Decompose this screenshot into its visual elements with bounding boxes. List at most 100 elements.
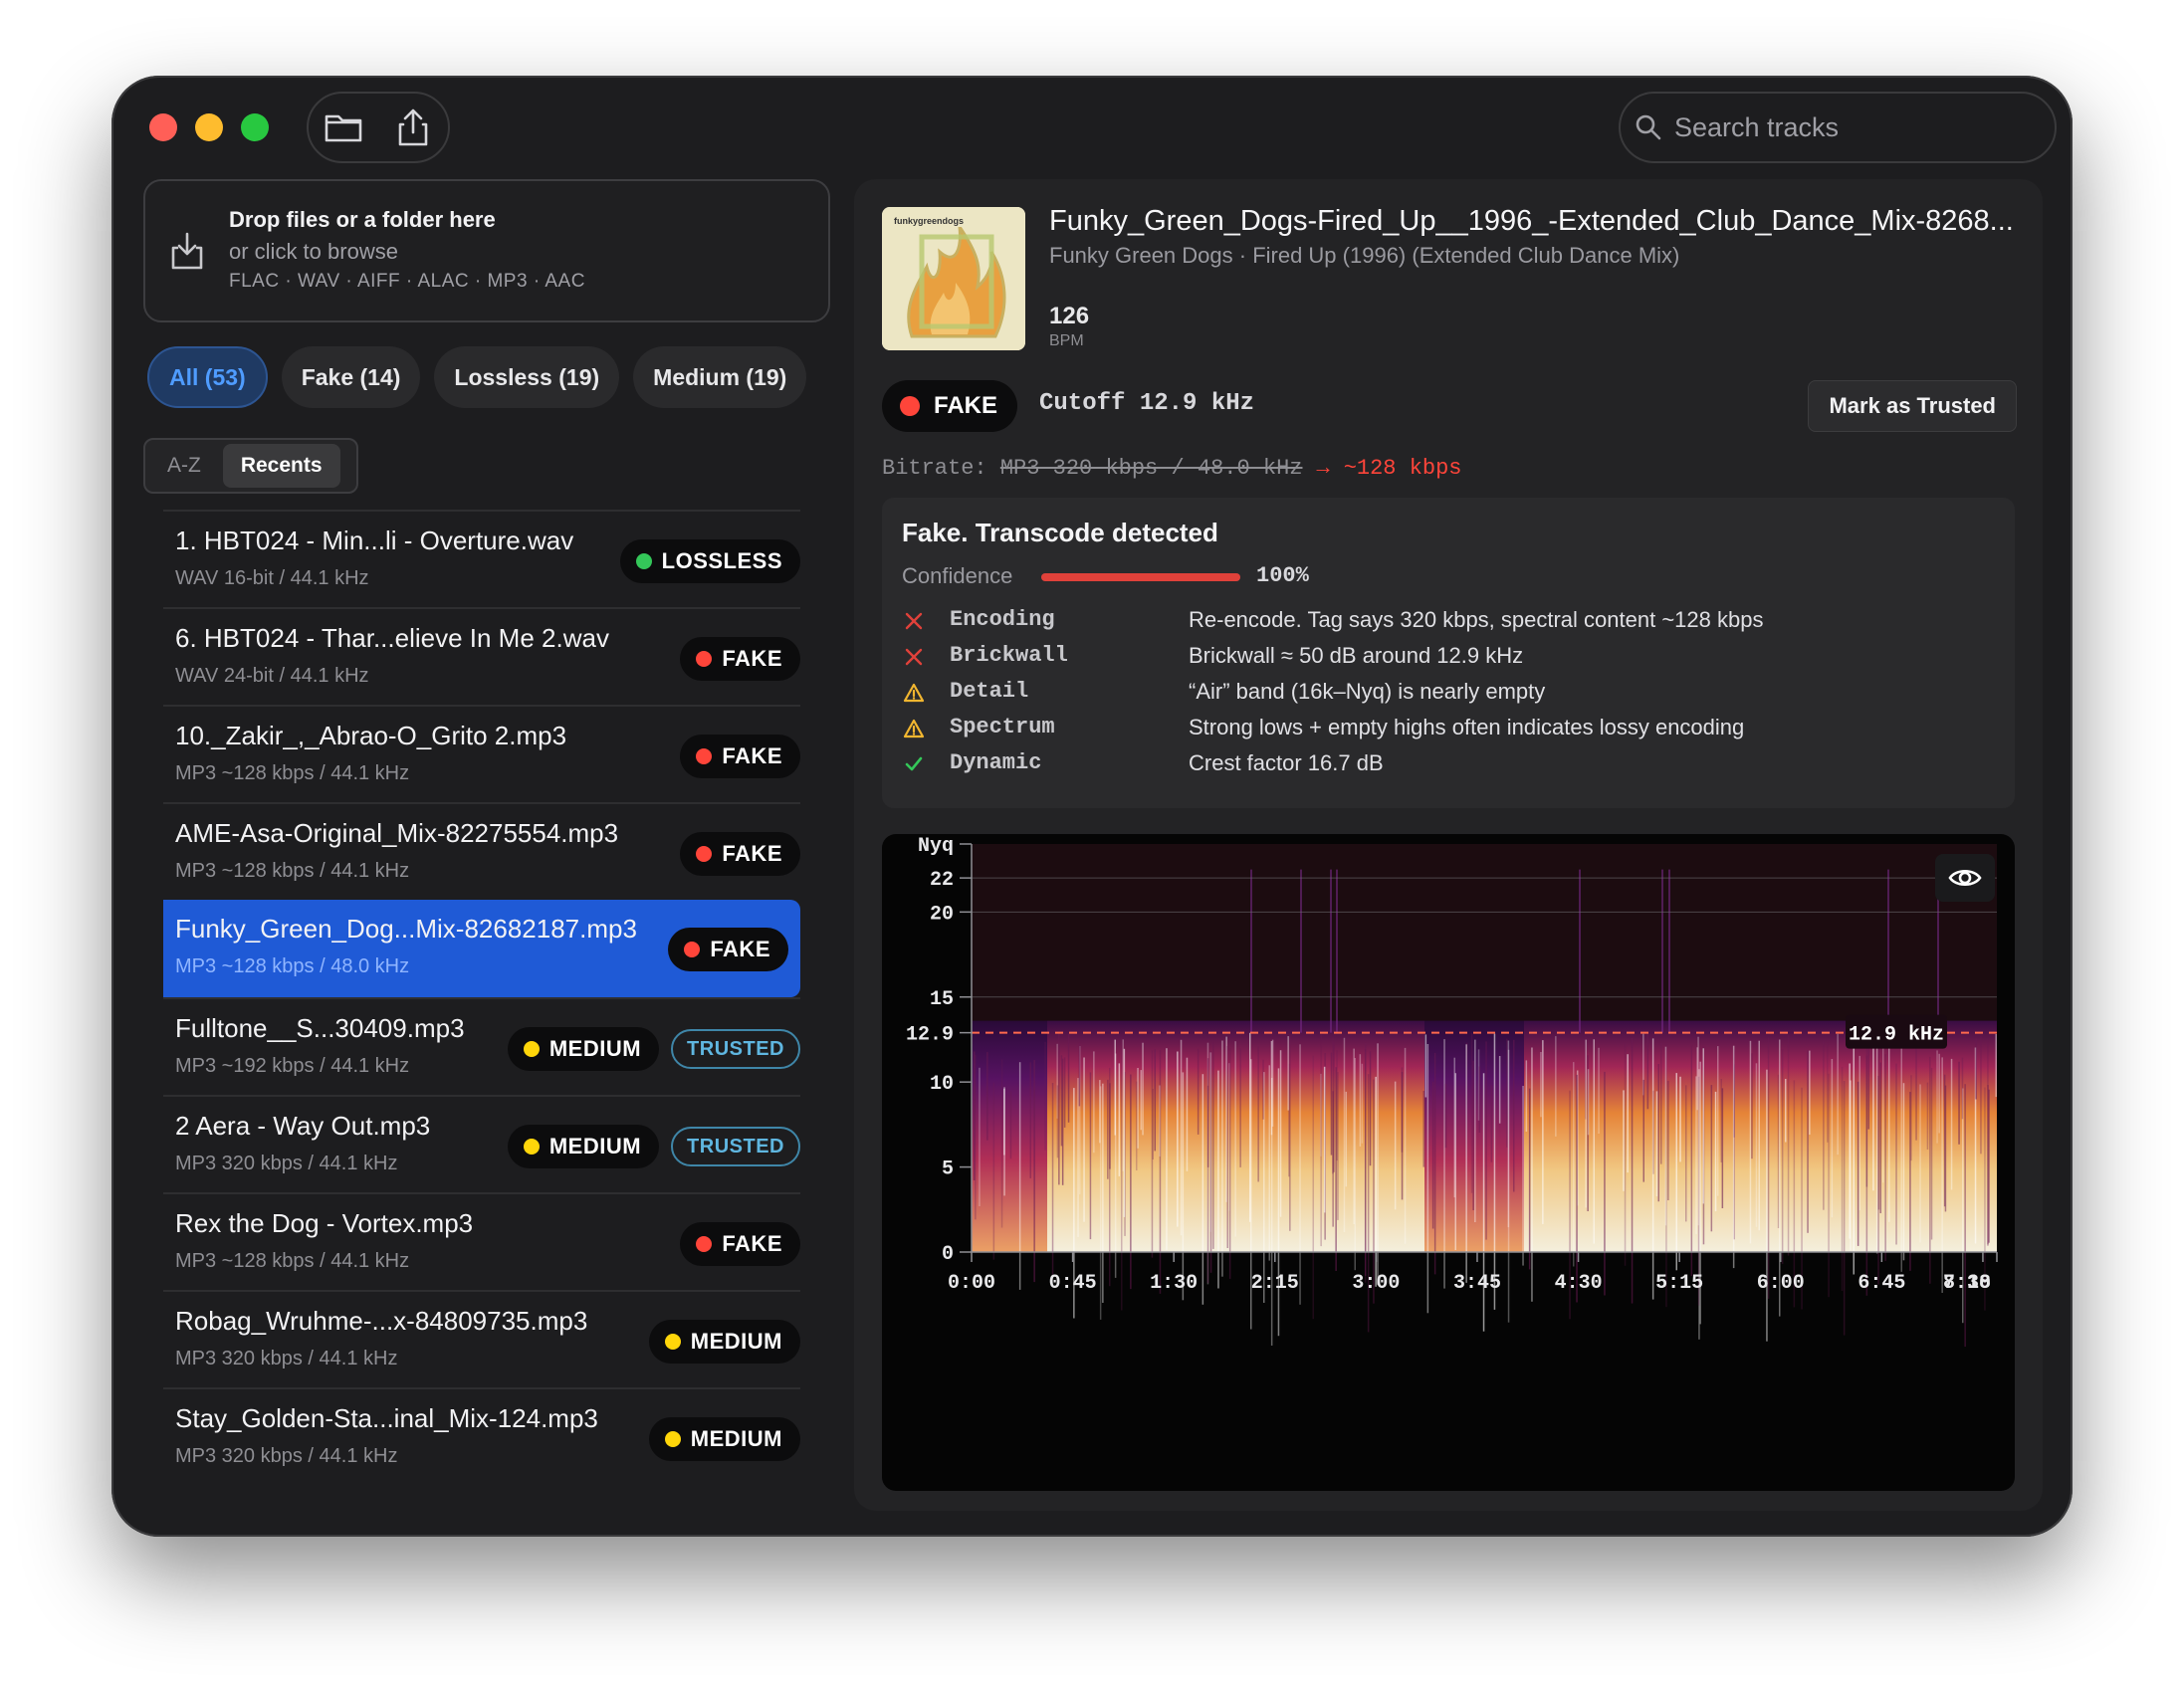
spectrogram-texture <box>1964 1084 1966 1348</box>
track-name: Stay_Golden-Sta...inal_Mix-124.mp3 <box>175 1403 598 1433</box>
spectrogram-texture <box>1831 1059 1834 1218</box>
spectrogram-texture <box>1697 1036 1699 1226</box>
quality-dot <box>696 846 713 862</box>
spectrogram-spike <box>1300 869 1302 1033</box>
track-format: WAV 16-bit / 44.1 kHz <box>175 567 369 589</box>
spectrogram-texture <box>1180 1039 1183 1236</box>
track-format: MP3 ~128 kbps / 44.1 kHz <box>175 762 410 784</box>
fail-x-icon <box>905 648 923 666</box>
open-folder-button[interactable] <box>320 104 367 151</box>
spectrogram-texture <box>1077 1078 1079 1237</box>
filter-lossless[interactable]: Lossless (19) <box>434 346 620 408</box>
spectrogram-texture <box>1401 1072 1404 1200</box>
spectrogram-texture <box>1938 1053 1940 1134</box>
search-input[interactable] <box>1672 110 2035 144</box>
spectrogram-texture <box>1717 1046 1719 1196</box>
track-row[interactable]: Funky_Green_Dog...Mix-82682187.mp3 MP3 ~1… <box>163 900 800 997</box>
spectrogram-texture <box>992 1082 995 1260</box>
sort-recents[interactable]: Recents <box>222 444 340 488</box>
spectrogram-texture <box>1858 1055 1860 1211</box>
spectrogram-texture <box>1102 1083 1104 1303</box>
track-row[interactable]: 1. HBT024 - Min...li - Overture.wav WAV 1… <box>163 510 800 607</box>
confidence-bar <box>1041 573 1240 581</box>
spectrogram-texture <box>1624 1043 1627 1266</box>
track-format: MP3 320 kbps / 44.1 kHz <box>175 1445 398 1467</box>
spectrogram-texture <box>1289 1036 1291 1231</box>
spectrogram-texture <box>1299 1044 1301 1305</box>
track-format: MP3 ~128 kbps / 44.1 kHz <box>175 1250 410 1272</box>
arrow-icon: → <box>1316 456 1330 481</box>
verdict-badge: FAKE <box>882 380 1018 432</box>
confidence-bar-fill <box>1041 573 1240 581</box>
analysis-check-encoding: Encoding Re-encode. Tag says 320 kbps, sp… <box>902 605 1997 641</box>
quality-label: MEDIUM <box>548 1036 642 1061</box>
spectrogram-texture <box>1337 1072 1339 1220</box>
spectrogram-texture <box>1009 1091 1012 1159</box>
cutoff-label: 12.9 kHz <box>1849 1024 1944 1047</box>
spectrogram-texture <box>1239 1048 1241 1167</box>
spectrogram-texture <box>1029 1062 1031 1178</box>
track-row[interactable]: 2 Aera - Way Out.mp3 MP3 320 kbps / 44.1 … <box>163 1095 800 1192</box>
spectrogram-texture <box>1710 1085 1713 1232</box>
spectrogram-texture <box>1268 1065 1270 1261</box>
y-tick-label: 0 <box>942 1243 954 1266</box>
spectrogram-texture <box>1531 1047 1533 1302</box>
analysis-title: Fake. Transcode detected <box>902 518 1218 547</box>
search-field[interactable] <box>1619 92 2057 163</box>
track-name: 10._Zakir_,_Abrao-O_Grito 2.mp3 <box>175 721 567 750</box>
quality-dot <box>696 748 713 764</box>
mark-as-trusted-button[interactable]: Mark as Trusted <box>1808 380 2017 432</box>
share-button[interactable] <box>389 104 437 151</box>
track-row[interactable]: AME-Asa-Original_Mix-82275554.mp3 MP3 ~12… <box>163 802 800 900</box>
track-badges: FAKE <box>680 832 800 876</box>
filter-all[interactable]: All (53) <box>147 346 268 408</box>
spectrogram-texture <box>1882 1047 1884 1183</box>
spectrogram-texture <box>1809 1050 1811 1135</box>
track-name: 2 Aera - Way Out.mp3 <box>175 1111 431 1141</box>
track-row[interactable]: 6. HBT024 - Thar...elieve In Me 2.wav WAV… <box>163 607 800 705</box>
track-row[interactable]: Stay_Golden-Sta...inal_Mix-124.mp3 MP3 32… <box>163 1387 800 1485</box>
spectrogram-texture <box>1498 1056 1501 1124</box>
spectrogram-texture <box>1593 1039 1595 1244</box>
quality-badge: FAKE <box>680 735 800 778</box>
track-row[interactable]: 10._Zakir_,_Abrao-O_Grito 2.mp3 MP3 ~128 … <box>163 705 800 802</box>
minimize-window-button[interactable] <box>195 113 223 141</box>
close-window-button[interactable] <box>149 113 177 141</box>
x-tick-label: 6:45 <box>1857 1272 1905 1295</box>
spectrogram-texture <box>1051 1083 1054 1275</box>
folder-icon <box>325 114 362 142</box>
track-name: Fulltone__S...30409.mp3 <box>175 1013 465 1043</box>
quality-label: FAKE <box>722 841 782 866</box>
x-tick-label: 3:00 <box>1352 1272 1400 1295</box>
spectrogram-texture <box>1335 1067 1337 1271</box>
track-row[interactable]: Fulltone__S...30409.mp3 MP3 ~192 kbps / 4… <box>163 997 800 1095</box>
spectrogram-texture <box>1837 1033 1839 1156</box>
spectrogram-spike <box>1661 869 1663 1033</box>
check-name: Spectrum <box>950 715 1055 739</box>
sort-az[interactable]: A-Z <box>149 444 219 488</box>
spectrogram-texture <box>1201 1074 1204 1305</box>
zoom-window-button[interactable] <box>241 113 269 141</box>
drop-zone[interactable]: Drop files or a folder here or click to … <box>143 179 830 322</box>
filter-medium[interactable]: Medium (19) <box>633 346 807 408</box>
spectrogram-texture <box>1345 1091 1347 1187</box>
toggle-overlay-button[interactable] <box>1935 854 1995 902</box>
analysis-check-spectrum: Spectrum Strong lows + empty highs often … <box>902 713 1997 748</box>
y-tick-label: 12.9 <box>906 1024 954 1047</box>
spectrogram-texture <box>1690 1044 1693 1277</box>
quality-dot <box>664 1334 681 1350</box>
drop-zone-title: Drop files or a folder here <box>229 207 496 232</box>
spectrogram-texture <box>1478 1066 1481 1133</box>
filter-fake[interactable]: Fake (14) <box>281 346 421 408</box>
y-tick-label: Nyq <box>918 835 954 858</box>
spectrogram-texture <box>1364 1049 1367 1283</box>
spectrogram-texture <box>1056 1085 1059 1158</box>
spectrogram-texture <box>1320 1033 1322 1247</box>
spectrogram-spike <box>1330 869 1332 1033</box>
spectrogram-texture <box>1926 1082 1929 1150</box>
track-row[interactable]: Rex the Dog - Vortex.mp3 MP3 ~128 kbps / … <box>163 1192 800 1290</box>
spectrogram: 12.9 kHz Nyq 22 20 15 12.9 10 5 0 0:00 0:45 1:30 2:1… <box>882 834 2015 1491</box>
spectrogram-texture <box>1078 1042 1081 1107</box>
track-row[interactable]: Robag_Wruhme-...x-84809735.mp3 MP3 320 kb… <box>163 1290 800 1387</box>
spectrogram-texture <box>1431 1081 1434 1229</box>
